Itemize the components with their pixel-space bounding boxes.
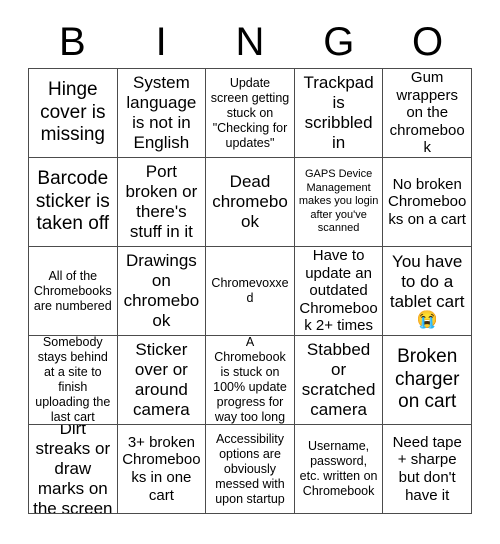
bingo-cell[interactable]: Stabbed or scratched camera [294,336,384,425]
bingo-cell-label: Dirt streaks or draw marks on the screen [33,425,113,514]
bingo-cell[interactable]: Gum wrappers on the chromebook [383,69,472,158]
bingo-cell-label: Drawings on chromebook [123,251,200,330]
bingo-cell[interactable]: Somebody stays behind at a site to finis… [29,336,118,425]
bingo-cell-label: Update screen getting stuck on "Checking… [210,75,290,150]
bingo-grid: Hinge cover is missing System language is… [28,68,472,514]
bingo-cell[interactable]: A Chromebook is stuck on 100% update pro… [206,336,295,425]
bingo-cell[interactable]: GAPS Device Management makes you login a… [294,158,384,247]
bingo-cell-label: Port broken or there's stuff in it [125,162,198,241]
bingo-letter-i: I [155,20,167,64]
bingo-cell-label: 3+ broken Chromebooks in one cart [122,433,201,504]
bingo-cell[interactable]: Dead chromebook [206,158,295,247]
bingo-cell-label: System language is not in English [126,73,197,152]
bingo-cell[interactable]: All of the Chromebooks are numbered [29,247,118,336]
bingo-header: B I N G O [28,0,472,68]
bingo-cell-label: A Chromebook is stuck on 100% update pro… [213,336,287,424]
bingo-cell[interactable]: Trackpad is scribbled in [294,69,384,158]
bingo-cell-label: GAPS Device Management makes you login a… [298,168,379,235]
bingo-cell[interactable]: Hinge cover is missing [29,69,118,158]
bingo-cell-label: Hinge cover is missing [40,79,106,146]
bingo-cell-label: Accessibility options are obviously mess… [215,431,285,506]
bingo-cell[interactable]: You have to do a tablet cart 😭 [383,247,472,336]
bingo-cell-label: Need tape + sharpe but don't have it [392,433,462,504]
bingo-cell-label: Gum wrappers on the chromebook [389,69,465,157]
bingo-cell[interactable]: Need tape + sharpe but don't have it [383,425,472,514]
bingo-cell[interactable]: Broken charger on cart [383,336,472,425]
bingo-cell-label: Have to update an outdated Chromebook 2+… [299,247,378,335]
bingo-cell-label: Stabbed or scratched camera [301,340,376,419]
bingo-cell-label: Somebody stays behind at a site to finis… [35,336,111,424]
bingo-cell[interactable]: Sticker over or around camera [117,336,207,425]
bingo-cell-label: Sticker over or around camera [133,340,190,419]
bingo-cell[interactable]: System language is not in English [117,69,207,158]
bingo-letter-o: O [412,20,444,64]
bingo-cell[interactable]: Port broken or there's stuff in it [117,158,207,247]
bingo-letter-b: B [59,20,86,64]
bingo-cell[interactable]: 3+ broken Chromebooks in one cart [117,425,207,514]
bingo-cell-label: Broken charger on cart [394,346,460,413]
bingo-card: B I N G O Hinge cover is missing System l… [28,0,472,514]
bingo-cell-label: Username, password, etc. written on Chro… [299,439,378,498]
bingo-cell[interactable]: Dirt streaks or draw marks on the screen [29,425,118,514]
bingo-cell[interactable]: Have to update an outdated Chromebook 2+… [294,247,384,336]
bingo-cell[interactable]: Barcode sticker is taken off [29,158,118,247]
bingo-cell[interactable]: Update screen getting stuck on "Checking… [206,69,295,158]
bingo-letter-n: N [235,20,265,64]
bingo-cell[interactable]: Accessibility options are obviously mess… [206,425,295,514]
bingo-cell-label: All of the Chromebooks are numbered [33,268,112,313]
bingo-cell[interactable]: No broken Chromebooks on a cart [383,158,472,247]
bingo-cell[interactable]: Drawings on chromebook [117,247,207,336]
bingo-cell[interactable]: Chromevoxxed [206,247,295,336]
bingo-cell[interactable]: Username, password, etc. written on Chro… [294,425,384,514]
loudly-crying-face-icon: 😭 [416,310,438,330]
bingo-letter-g: G [323,20,355,64]
bingo-cell-label: Chromevoxxed [211,276,289,305]
bingo-cell-label: Trackpad is scribbled in [303,73,374,152]
bingo-cell-label: No broken Chromebooks on a cart [387,175,467,228]
bingo-cell-label: You have to do a tablet cart [389,251,465,311]
bingo-cell-label: Dead chromebook [212,172,288,231]
bingo-cell-label: Barcode sticker is taken off [35,168,110,235]
